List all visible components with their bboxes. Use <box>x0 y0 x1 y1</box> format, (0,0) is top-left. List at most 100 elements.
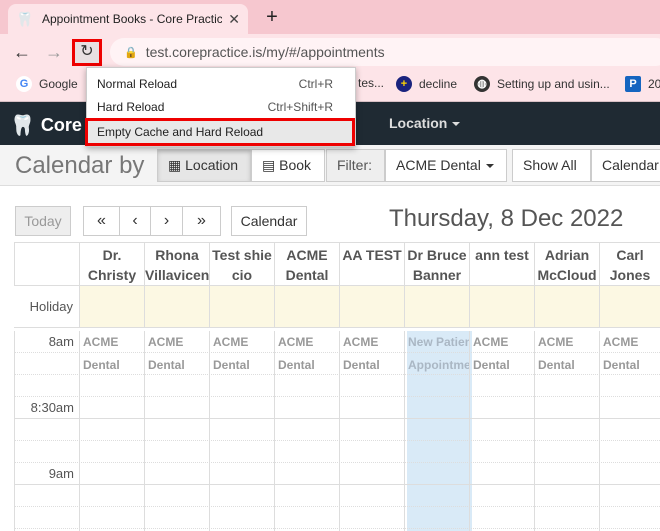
appointment[interactable]: ACME Dental <box>600 335 660 372</box>
column-header[interactable]: Carl Jones <box>600 243 660 285</box>
show-all-button[interactable]: Show All <box>512 149 591 182</box>
appointment[interactable]: ACME Dental <box>210 335 274 372</box>
column-header-line: Rhona <box>155 247 199 263</box>
calendar-view-button[interactable]: Calendar <box>591 149 660 182</box>
time-slot-row <box>14 397 660 419</box>
column-header[interactable]: Adrian McCloud <box>535 243 600 285</box>
holiday-cell[interactable] <box>405 286 470 327</box>
next-day-button[interactable]: › <box>150 206 183 236</box>
time-slot-row <box>14 507 660 529</box>
column-header[interactable]: ACME Dental <box>275 243 340 285</box>
appointment-line: ACME <box>83 335 119 349</box>
address-bar[interactable]: 🔒 test.corepractice.is/my/#/appointments <box>110 38 660 66</box>
appointment[interactable]: ACME Dental <box>80 335 144 372</box>
appointment-line: Appointme <box>408 358 469 372</box>
appointment-line: Dental <box>343 358 380 372</box>
corner-cell <box>14 243 80 285</box>
column-header-line: Christy <box>87 267 137 283</box>
column-header[interactable]: Rhona Villavicencio <box>145 243 210 285</box>
lock-icon: 🔒 <box>124 46 138 59</box>
holiday-cell[interactable] <box>210 286 275 327</box>
today-button[interactable]: Today <box>15 206 71 236</box>
appointment[interactable]: ACME Dental <box>535 335 599 372</box>
forward-button[interactable]: → <box>42 40 66 64</box>
appointment[interactable]: ACME Dental <box>470 335 534 372</box>
menu-item-empty-cache-hard-reload[interactable]: Empty Cache and Hard Reload <box>85 118 355 146</box>
location-menu[interactable]: Location <box>389 115 461 131</box>
new-tab-button[interactable]: + <box>262 6 282 28</box>
appointment-line: ACME <box>213 335 249 349</box>
column-header[interactable]: Dr Bruce Banner <box>405 243 470 285</box>
menu-item-normal-reload[interactable]: Normal Reload Ctrl+R <box>87 73 355 95</box>
back-button[interactable]: ← <box>10 40 34 64</box>
appointment-line: ACME <box>148 335 184 349</box>
menu-item-shortcut: Ctrl+R <box>298 77 333 91</box>
holiday-cell[interactable] <box>600 286 660 327</box>
column-header-line: AA TEST <box>342 247 402 263</box>
building-icon: ▦ <box>168 157 182 173</box>
appointment[interactable]: ACME Dental <box>340 335 404 372</box>
column-header-line: Carl <box>616 247 644 263</box>
tab-title: Appointment Books - Core Practic <box>42 12 223 26</box>
browser-tab[interactable]: 🦷 Appointment Books - Core Practic ✕ <box>8 4 248 34</box>
appointment-line: Dental <box>83 358 120 372</box>
column-header-line: McCloud <box>537 267 597 283</box>
filter-value: ACME Dental <box>396 157 481 173</box>
holiday-cell[interactable] <box>470 286 535 327</box>
column-header[interactable]: Dr. Christy <box>80 243 145 285</box>
column-header[interactable]: Test shie cio <box>210 243 275 285</box>
bookmark-tes[interactable]: tes... <box>358 76 384 90</box>
holiday-cell[interactable] <box>535 286 600 327</box>
filter-dropdown[interactable]: ACME Dental <box>385 149 507 182</box>
calendar-button[interactable]: Calendar <box>231 206 307 236</box>
bookmark-label: decline <box>419 77 458 91</box>
filter-label: Filter: <box>326 149 385 182</box>
holiday-cell[interactable] <box>80 286 145 327</box>
appointment[interactable]: ACME Dental <box>275 335 339 372</box>
menu-item-label: Hard Reload <box>97 100 165 114</box>
appointment-line: ACME <box>473 335 509 349</box>
book-button[interactable]: ▤ Book <box>251 149 325 182</box>
appointment-line: ACME <box>538 335 574 349</box>
column-header[interactable]: ann test <box>470 243 535 285</box>
column-header-line: Dr. <box>102 247 122 263</box>
menu-item-label: Empty Cache and Hard Reload <box>97 125 264 139</box>
bookmark-20[interactable]: P 20 <box>625 76 660 92</box>
column-header-line: Jones <box>609 267 651 283</box>
appointment[interactable]: New Patien Appointme <box>405 335 469 372</box>
reload-button[interactable]: ↻ <box>72 39 102 66</box>
p-icon: P <box>625 76 641 92</box>
bookmark-label: tes... <box>358 76 385 90</box>
appointment-line: Dental <box>473 358 510 372</box>
url-text: test.corepractice.is/my/#/appointments <box>145 44 385 60</box>
calendar-toolbar: Calendar by ▦ Location ▤ Book Filter: AC… <box>0 145 660 186</box>
calendar-grid: Dr. Christy Rhona Villavicencio Test shie c… <box>14 242 660 531</box>
column-header-line: Dental <box>285 267 329 283</box>
location-button-label: Location <box>185 157 239 173</box>
prev-week-button[interactable]: « <box>83 206 120 236</box>
column-header-line: Banner <box>412 267 462 283</box>
bookmark-decline[interactable]: + decline <box>396 76 457 92</box>
column-header[interactable]: AA TEST <box>340 243 405 285</box>
menu-item-hard-reload[interactable]: Hard Reload Ctrl+Shift+R <box>87 96 355 118</box>
holiday-cell[interactable] <box>340 286 405 327</box>
bookmark-label: 20 <box>648 77 660 91</box>
appointment-line: New Patien <box>408 335 469 349</box>
app-logo[interactable]: 🦷 Core <box>10 113 82 138</box>
bookmark-google[interactable]: G Google <box>16 76 78 92</box>
menu-item-label: Normal Reload <box>97 77 178 91</box>
appointment[interactable]: ACME Dental <box>145 335 209 372</box>
time-slot-row <box>14 463 660 485</box>
close-icon[interactable]: ✕ <box>228 11 240 28</box>
holiday-cell[interactable] <box>145 286 210 327</box>
location-button[interactable]: ▦ Location <box>157 149 251 182</box>
time-slot-row <box>14 375 660 397</box>
next-week-button[interactable]: » <box>182 206 221 236</box>
prev-day-button[interactable]: ‹ <box>119 206 151 236</box>
holiday-cell[interactable] <box>275 286 340 327</box>
tooth-icon: 🦷 <box>16 11 34 27</box>
bookmark-setting-up[interactable]: ◍ Setting up and usin... <box>474 76 610 92</box>
holiday-label: Holiday <box>14 286 80 327</box>
time-label: 9am <box>48 466 74 481</box>
appointment-line: Dental <box>148 358 185 372</box>
